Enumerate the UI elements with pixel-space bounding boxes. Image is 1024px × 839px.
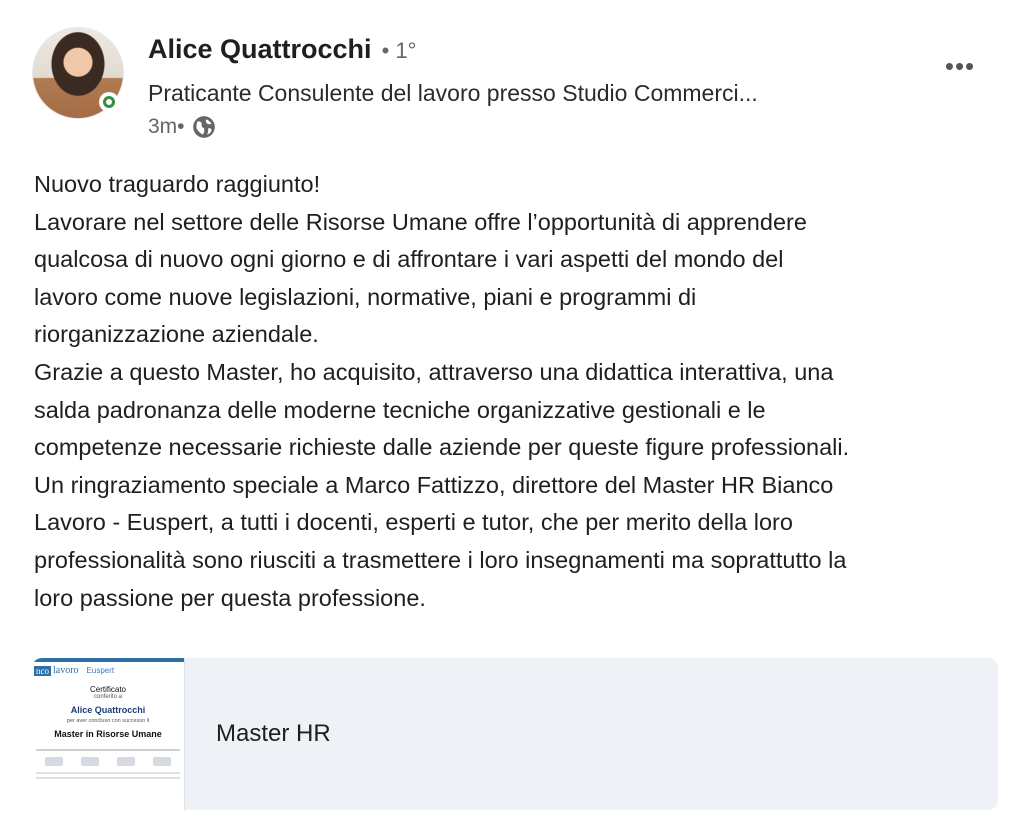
biancolavoro-logo: nco xyxy=(34,665,51,676)
post-line: salda padronanza delle moderne tecniche … xyxy=(34,396,766,423)
certificate-fine-print xyxy=(36,772,180,774)
post-line: Un ringraziamento speciale a Marco Fatti… xyxy=(34,471,834,498)
author-name-row: Alice Quattrocchi • 1° xyxy=(148,34,416,65)
certificate-thumbnail[interactable]: nco lavoro Euspert Certificato conferito… xyxy=(32,658,185,810)
post-timestamp: 3m• xyxy=(148,115,185,138)
seal-icon xyxy=(45,757,63,766)
post-line: Nuovo traguardo raggiunto! xyxy=(34,171,321,197)
post-card: Alice Quattrocchi • 1° Praticante Consul… xyxy=(0,0,1024,839)
globe-icon[interactable] xyxy=(191,114,217,140)
online-status-icon xyxy=(103,96,115,108)
post-body: Nuovo traguardo raggiunto! Lavorare nel … xyxy=(34,166,1009,617)
document-attachment[interactable]: nco lavoro Euspert Certificato conferito… xyxy=(32,658,998,810)
certificate-heading: Certificato xyxy=(89,685,126,694)
certificate-course: Master in Risorse Umane xyxy=(54,729,162,739)
biancolavoro-logo-text: lavoro xyxy=(53,665,79,676)
author-avatar[interactable] xyxy=(32,27,126,121)
author-name[interactable]: Alice Quattrocchi xyxy=(148,34,372,65)
seal-icon xyxy=(81,757,99,766)
seal-icon xyxy=(153,757,171,766)
more-options-button[interactable]: ••• xyxy=(936,50,984,81)
author-headline[interactable]: Praticante Consulente del lavoro presso … xyxy=(148,80,758,107)
certificate-fine-print xyxy=(36,749,180,751)
certificate-completed: per aver concluso con successo il xyxy=(66,718,150,724)
post-line: Lavorare nel settore delle Risorse Umane… xyxy=(34,208,807,235)
attachment-title[interactable]: Master HR xyxy=(216,720,331,748)
certificate-logos: nco lavoro Euspert xyxy=(32,662,184,679)
certificate-seals xyxy=(32,757,184,766)
euspert-logo: Euspert xyxy=(86,666,115,675)
presence-indicator xyxy=(99,92,119,112)
ellipsis-icon: ••• xyxy=(944,50,976,81)
seal-icon xyxy=(117,757,135,766)
post-line: riorganizzazione aziendale. xyxy=(34,321,319,348)
certificate-conferred: conferito a xyxy=(93,694,123,700)
connection-degree: • 1° xyxy=(381,38,417,63)
post-line: Grazie a questo Master, ho acquisito, at… xyxy=(34,358,834,385)
certificate-fine-print xyxy=(36,777,180,779)
post-line: professionalità sono riusciti a trasmett… xyxy=(34,546,847,573)
post-line: lavoro come nuove legislazioni, normativ… xyxy=(34,283,697,310)
post-meta: 3m• xyxy=(148,114,217,140)
certificate-recipient: Alice Quattrocchi xyxy=(70,705,146,715)
post-line: competenze necessarie richieste dalle az… xyxy=(34,434,850,461)
post-line: Lavoro - Euspert, a tutti i docenti, esp… xyxy=(34,509,793,536)
post-line: loro passione per questa professione. xyxy=(34,584,426,611)
post-line: qualcosa di nuovo ogni giorno e di affro… xyxy=(34,246,784,273)
